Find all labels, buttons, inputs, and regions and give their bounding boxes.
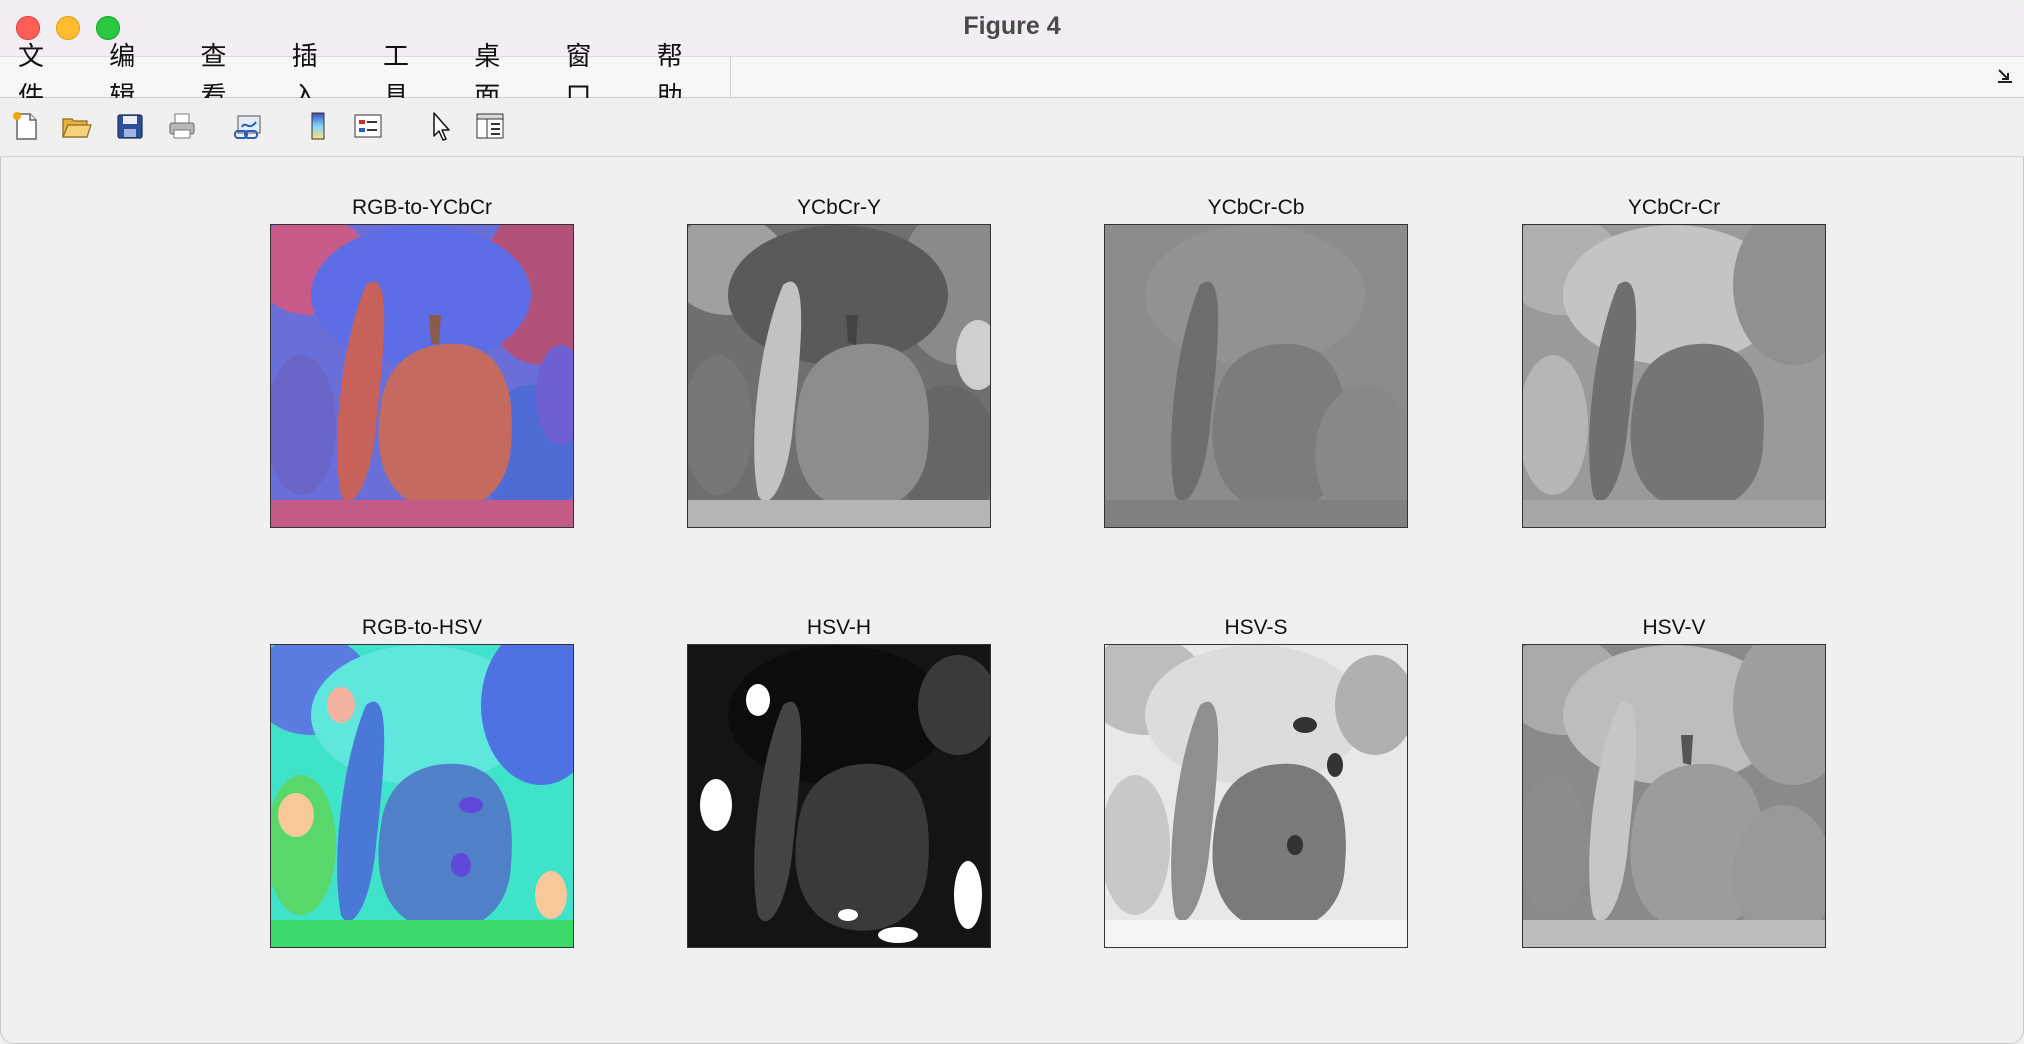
axes-title: HSV-V bbox=[1642, 616, 1706, 639]
axes-hsv-s[interactable]: HSV-S bbox=[1104, 616, 1408, 950]
print-icon[interactable] bbox=[166, 110, 198, 142]
open-file-icon[interactable] bbox=[60, 110, 92, 142]
axes-hsv-v[interactable]: HSV-V bbox=[1522, 616, 1826, 950]
property-inspector-icon[interactable] bbox=[474, 110, 506, 142]
edit-plot-arrow-icon[interactable] bbox=[426, 110, 458, 142]
image-ycbcr-cr bbox=[1522, 224, 1826, 528]
axes-title: HSV-H bbox=[806, 616, 872, 639]
axes-rgb-to-hsv[interactable]: RGB-to-HSV bbox=[270, 616, 574, 950]
axes-rgb-to-ycbcr[interactable]: RGB-to-YCbCr bbox=[270, 196, 574, 530]
link-plot-icon[interactable] bbox=[232, 110, 264, 142]
image-hsv-s bbox=[1104, 644, 1408, 948]
new-figure-icon[interactable] bbox=[10, 110, 42, 142]
dock-figure-icon[interactable] bbox=[1996, 67, 2014, 85]
insert-legend-icon[interactable] bbox=[352, 110, 384, 142]
axes-ycbcr-cr[interactable]: YCbCr-Cr bbox=[1522, 196, 1826, 530]
menu-bar: 文件 编辑 查看 插入 工具 桌面 窗口 帮助 bbox=[0, 42, 2024, 112]
image-ycbcr-cb bbox=[1104, 224, 1408, 528]
axes-title: YCbCr-Y bbox=[796, 196, 881, 219]
axes-title: RGB-to-YCbCr bbox=[351, 196, 493, 219]
axes-ycbcr-y[interactable]: YCbCr-Y bbox=[687, 196, 991, 530]
insert-colorbar-icon[interactable] bbox=[302, 110, 334, 142]
image-hsv-v bbox=[1522, 644, 1826, 948]
image-hsv-h bbox=[687, 644, 991, 948]
axes-title: YCbCr-Cr bbox=[1627, 196, 1721, 219]
image-rgb-to-ycbcr bbox=[270, 224, 574, 528]
save-icon[interactable] bbox=[114, 110, 146, 142]
axes-title: HSV-S bbox=[1224, 616, 1288, 639]
figure-window: Figure 4 文件 编辑 查看 插入 工具 桌面 窗口 帮助 RGB-to-… bbox=[0, 0, 2024, 1044]
axes-hsv-h[interactable]: HSV-H bbox=[687, 616, 991, 950]
figure-toolbar bbox=[0, 98, 2024, 157]
image-ycbcr-y bbox=[687, 224, 991, 528]
image-rgb-to-hsv bbox=[270, 644, 574, 948]
axes-title: YCbCr-Cb bbox=[1207, 196, 1305, 219]
axes-ycbcr-cb[interactable]: YCbCr-Cb bbox=[1104, 196, 1408, 530]
axes-title: RGB-to-HSV bbox=[361, 616, 483, 639]
